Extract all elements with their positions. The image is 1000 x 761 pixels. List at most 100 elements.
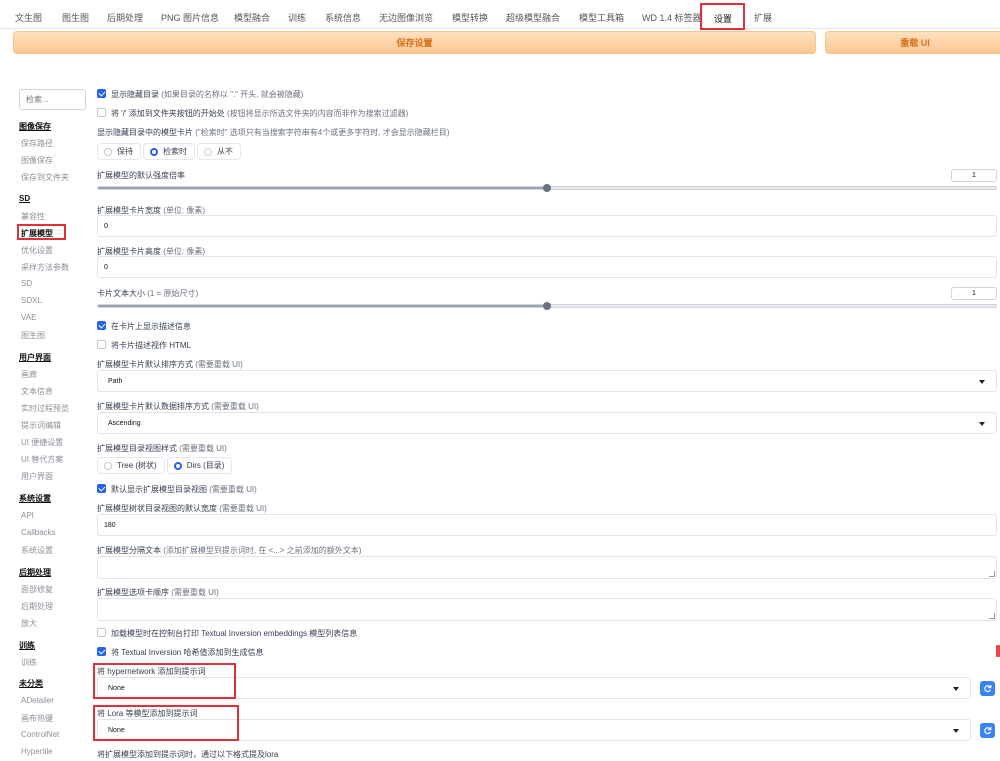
tree-view-option-tree[interactable]: Tree (树状)	[97, 457, 165, 474]
sidebar-item-ui[interactable]: 用户界面	[21, 471, 53, 482]
radio-dot	[204, 147, 212, 156]
add-slash-checkbox[interactable]	[97, 108, 106, 117]
default-multiplier-number-input[interactable]: 1	[951, 169, 997, 182]
sort-field-dropdown[interactable]: Path	[97, 370, 997, 392]
sidebar-item-saving-images[interactable]: 图像保存	[21, 155, 53, 166]
sidebar-item-vae[interactable]: VAE	[21, 313, 36, 322]
card-height-input[interactable]: 0	[97, 256, 997, 278]
tab-system-info[interactable]: 系统信息	[325, 11, 361, 24]
sort-order-value: Ascending	[108, 420, 141, 427]
hypernetwork-add-dropdown[interactable]: None	[97, 677, 971, 699]
sidebar-item-prompt-editing[interactable]: 提示词编辑	[21, 420, 61, 431]
sidebar-category-training[interactable]: 训练	[19, 640, 35, 651]
tab-train[interactable]: 训练	[288, 11, 306, 24]
hypernetwork-add-label: 将 hypernetwork 添加到提示词	[97, 667, 206, 676]
chevron-down-icon	[979, 422, 985, 426]
print-ti-checkbox[interactable]	[97, 628, 106, 637]
sidebar-item-api[interactable]: API	[21, 511, 34, 520]
tab-img2img[interactable]: 图生图	[62, 11, 89, 24]
tree-view-style-label: 扩展模型目录视图样式 (需要重载 UI)	[97, 444, 227, 453]
hidden-cards-option-always[interactable]: 保持	[97, 143, 141, 160]
description-html-checkbox[interactable]	[97, 340, 106, 349]
sidebar-item-extra-networks[interactable]: 扩展模型	[21, 228, 53, 239]
ti-hashes-label: 将 Textual Inversion 哈希值添加到生成信息	[111, 648, 264, 657]
slider-thumb[interactable]	[543, 302, 551, 310]
text-scale-slider[interactable]	[97, 302, 997, 310]
sidebar-item-adetailer[interactable]: ADetailer	[21, 696, 54, 705]
tab-infinite-browser[interactable]: 无边图像浏览	[379, 11, 433, 24]
sidebar-item-saving-to-dirs[interactable]: 保存到文件夹	[21, 172, 69, 183]
chevron-down-icon	[979, 380, 985, 384]
sidebar-item-face-restoration[interactable]: 面部修复	[21, 584, 53, 595]
show-description-checkbox[interactable]	[97, 321, 106, 330]
sidebar-item-training[interactable]: 训练	[21, 657, 37, 668]
text-scale-label: 卡片文本大小 (1 = 原始尺寸)	[97, 289, 199, 298]
lora-add-dropdown[interactable]: None	[97, 719, 971, 741]
sidebar-item-infotext[interactable]: 文本信息	[21, 386, 53, 397]
tree-view-width-input[interactable]: 180	[97, 514, 997, 536]
sidebar-item-live-preview[interactable]: 实时过程预览	[21, 403, 69, 414]
sidebar-item-optimizations[interactable]: 优化设置	[21, 245, 53, 256]
hypernetwork-refresh-button[interactable]	[980, 681, 995, 696]
sort-order-dropdown[interactable]: Ascending	[97, 412, 997, 434]
separator-text-textarea[interactable]	[97, 556, 997, 579]
description-html-label: 将卡片描述视作 HTML	[111, 341, 191, 350]
tree-view-option-dirs[interactable]: Dirs (目录)	[166, 457, 233, 474]
default-tree-view-label: 默认显示扩展模型目录视图 (需要重载 UI)	[111, 485, 257, 494]
sidebar-item-sd[interactable]: SD	[21, 279, 32, 288]
sidebar-category-system[interactable]: 系统设置	[19, 493, 51, 504]
reload-ui-button[interactable]: 重载 UI	[825, 31, 1000, 54]
tab-extras[interactable]: 后期处理	[107, 11, 143, 24]
tab-wd14-tagger[interactable]: WD 1.4 标签器	[642, 11, 702, 24]
sidebar-item-postprocessing[interactable]: 后期处理	[21, 601, 53, 612]
sidebar-item-compatibility[interactable]: 兼容性	[21, 211, 45, 222]
tab-txt2img[interactable]: 文生图	[15, 11, 42, 24]
radio-dot-selected	[150, 147, 158, 156]
tab-settings[interactable]: 设置	[702, 4, 745, 30]
sidebar-item-img2img[interactable]: 图生图	[21, 330, 45, 341]
slider-thumb[interactable]	[543, 184, 551, 192]
sidebar-item-saving-paths[interactable]: 保存路径	[21, 138, 53, 149]
sidebar-category-saving[interactable]: 图像保存	[19, 121, 51, 132]
sidebar-item-ui-shortcuts[interactable]: UI 便捷设置	[21, 437, 63, 448]
sidebar-item-gallery[interactable]: 画廊	[21, 369, 37, 380]
show-hidden-dirs-checkbox[interactable]	[97, 89, 106, 98]
sidebar-item-sampler-params[interactable]: 采样方法参数	[21, 262, 69, 273]
sidebar-item-controlnet[interactable]: ControlNet	[21, 730, 59, 739]
sidebar-item-system-settings[interactable]: 系统设置	[21, 545, 53, 556]
sidebar-category-postprocessing[interactable]: 后期处理	[19, 567, 51, 578]
tab-png-info[interactable]: PNG 图片信息	[161, 11, 219, 24]
text-scale-number-input[interactable]: 1	[951, 287, 997, 300]
tab-checkpoint-merger[interactable]: 模型融合	[234, 11, 270, 24]
tab-super-merger[interactable]: 超级模型融合	[506, 11, 560, 24]
hidden-cards-radio-group: 保持 检索时 从不	[97, 143, 243, 160]
sidebar-item-ui-alternatives[interactable]: UI 替代方案	[21, 454, 63, 465]
sidebar-item-canvas-hotkeys[interactable]: 画布热键	[21, 713, 53, 724]
default-multiplier-slider[interactable]	[97, 184, 997, 192]
hidden-cards-option-when-searched[interactable]: 检索时	[143, 143, 195, 160]
tab-order-textarea[interactable]	[97, 598, 997, 621]
sidebar-item-hypertile[interactable]: Hypertile	[21, 747, 53, 756]
tab-extensions[interactable]: 扩展	[754, 11, 772, 24]
tab-model-converter[interactable]: 模型转换	[452, 11, 488, 24]
tab-order-label: 扩展模型选项卡顺序 (需要重载 UI)	[97, 588, 219, 597]
default-tree-view-checkbox[interactable]	[97, 484, 106, 493]
sidebar-item-callbacks[interactable]: Callbacks	[21, 528, 56, 537]
hypernetwork-add-value: None	[108, 685, 125, 692]
sidebar-category-user-interface[interactable]: 用户界面	[19, 352, 51, 363]
card-width-input[interactable]: 0	[97, 215, 997, 237]
save-settings-button[interactable]: 保存设置	[13, 31, 816, 54]
chevron-down-icon	[953, 729, 959, 733]
sidebar-category-uncategorized[interactable]: 未分类	[19, 678, 43, 689]
hidden-cards-option-never[interactable]: 从不	[197, 143, 241, 160]
lora-refresh-button[interactable]	[980, 723, 995, 738]
sidebar-category-sd[interactable]: SD	[19, 194, 30, 203]
sidebar-item-sdxl[interactable]: SDXL	[21, 296, 42, 305]
separator-text-label: 扩展模型分隔文本 (添加扩展模型到提示词时, 在 <...> 之前添加的额外文本…	[97, 546, 362, 555]
edge-marker	[996, 645, 1000, 657]
print-ti-label: 加载模型时在控制台打印 Textual Inversion embeddings…	[111, 629, 358, 638]
tab-model-toolkit[interactable]: 模型工具箱	[579, 11, 624, 24]
sidebar-item-upscaling[interactable]: 放大	[21, 618, 37, 629]
ti-hashes-checkbox[interactable]	[97, 647, 106, 656]
settings-search-input[interactable]	[19, 89, 86, 110]
